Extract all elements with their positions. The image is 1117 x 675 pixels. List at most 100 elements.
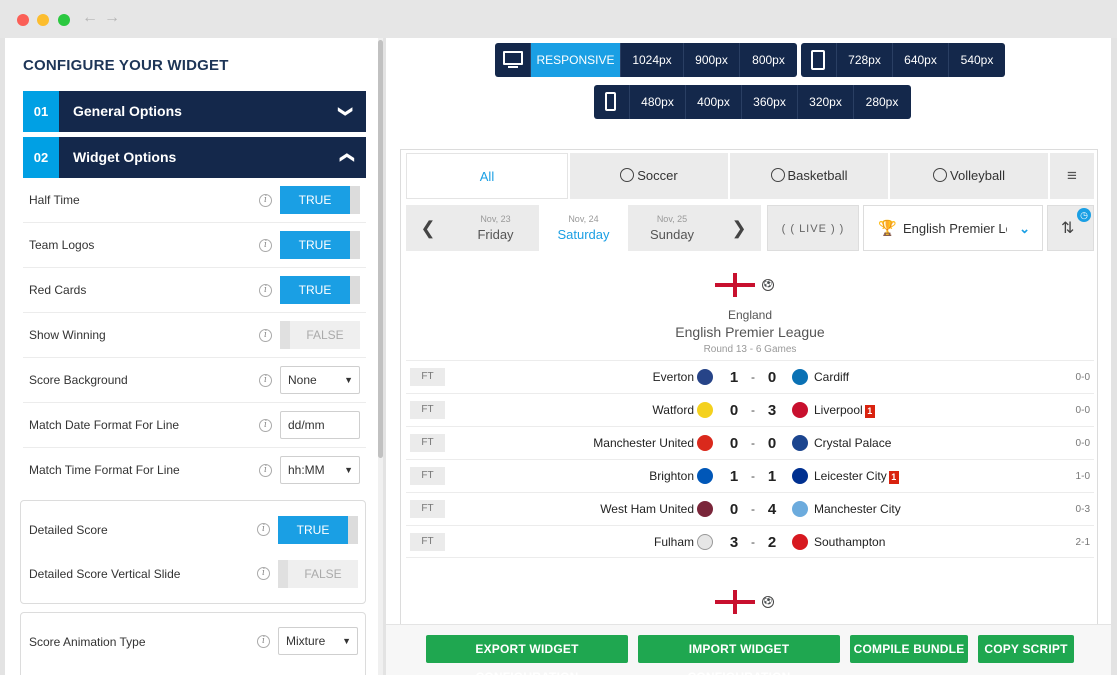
forward-arrow-icon[interactable]: → bbox=[104, 9, 120, 27]
size-360-button[interactable]: 360px bbox=[742, 85, 798, 119]
score-separator: - bbox=[751, 469, 755, 483]
option-red-cards: Red Cards i TRUE bbox=[23, 268, 366, 313]
info-icon[interactable]: i bbox=[257, 523, 270, 536]
tab-label: Soccer bbox=[637, 168, 678, 183]
phone-icon[interactable] bbox=[594, 85, 630, 119]
match-status: FT bbox=[410, 401, 445, 419]
select-value: None bbox=[288, 373, 317, 387]
size-280-button[interactable]: 280px bbox=[854, 85, 910, 119]
scrollbar-thumb[interactable] bbox=[378, 40, 383, 458]
half-time-score: 2-1 bbox=[1075, 537, 1090, 548]
info-icon[interactable]: i bbox=[259, 284, 272, 297]
info-icon[interactable]: i bbox=[259, 464, 272, 477]
general-options-accordion[interactable]: 01 General Options ❯ bbox=[23, 91, 366, 132]
size-400-button[interactable]: 400px bbox=[686, 85, 742, 119]
info-icon[interactable]: i bbox=[259, 374, 272, 387]
match-time-format-select[interactable]: hh:MM ▼ bbox=[280, 456, 360, 484]
sort-button[interactable]: ⇅ ◷ bbox=[1047, 205, 1094, 251]
maximize-window-button[interactable] bbox=[58, 14, 70, 26]
select-value: Mixture bbox=[286, 634, 326, 648]
scrollbar[interactable] bbox=[378, 38, 383, 675]
detailed-score-toggle[interactable]: TRUE bbox=[278, 516, 358, 544]
window-titlebar: ← → bbox=[0, 0, 1117, 38]
close-window-button[interactable] bbox=[17, 14, 29, 26]
home-score: 3 bbox=[729, 534, 739, 551]
config-panel: CONFIGURE YOUR WIDGET 01 General Options… bbox=[5, 38, 383, 675]
option-match-time-format: Match Time Format For Line i hh:MM ▼ bbox=[23, 448, 366, 493]
export-config-button[interactable]: EXPORT WIDGET CONFIGURATION bbox=[426, 635, 628, 675]
info-icon[interactable]: i bbox=[259, 419, 272, 432]
match-row[interactable]: FT Brighton 1 - 1 Leicester City 1 1-0 bbox=[406, 459, 1094, 492]
monitor-icon[interactable] bbox=[495, 43, 531, 77]
size-900-button[interactable]: 900px bbox=[684, 43, 740, 77]
tablet-icon[interactable] bbox=[801, 43, 837, 77]
half-time-score: 1-0 bbox=[1075, 471, 1090, 482]
prev-date-arrow-icon[interactable]: ❮ bbox=[406, 205, 450, 251]
match-row[interactable]: FT Manchester United 0 - 0 Crystal Palac… bbox=[406, 426, 1094, 459]
date-sub: Nov, 25 bbox=[656, 214, 688, 224]
size-540-button[interactable]: 540px bbox=[949, 43, 1005, 77]
back-arrow-icon[interactable]: ← bbox=[82, 9, 98, 27]
info-icon[interactable]: i bbox=[257, 567, 270, 580]
next-date-arrow-icon[interactable]: ❯ bbox=[717, 205, 761, 251]
home-team: Everton bbox=[652, 370, 694, 384]
home-score: 1 bbox=[729, 369, 739, 386]
red-cards-toggle[interactable]: TRUE bbox=[280, 276, 360, 304]
match-row[interactable]: FT Fulham 3 - 2 Southampton 2-1 bbox=[406, 525, 1094, 558]
tablet-shape bbox=[811, 50, 825, 70]
score-separator: - bbox=[751, 436, 755, 450]
size-800-button[interactable]: 800px bbox=[740, 43, 797, 77]
match-date-format-input[interactable]: dd/mm bbox=[280, 411, 360, 439]
score-separator: - bbox=[751, 403, 755, 417]
away-score: 1 bbox=[767, 468, 777, 485]
home-score: 0 bbox=[729, 435, 739, 452]
minimize-window-button[interactable] bbox=[37, 14, 49, 26]
tab-label: Volleyball bbox=[950, 168, 1005, 183]
option-half-time: Half Time i TRUE bbox=[23, 178, 366, 223]
size-320-button[interactable]: 320px bbox=[798, 85, 854, 119]
tab-all[interactable]: All bbox=[406, 153, 568, 199]
england-flag-icon bbox=[715, 273, 755, 297]
compile-bundle-button[interactable]: COMPILE BUNDLE bbox=[850, 635, 968, 663]
import-config-button[interactable]: IMPORT WIDGET CONFIGURATION bbox=[638, 635, 840, 675]
show-winning-toggle[interactable]: FALSE bbox=[280, 321, 360, 349]
team-logos-toggle[interactable]: TRUE bbox=[280, 231, 360, 259]
size-728-button[interactable]: 728px bbox=[837, 43, 893, 77]
date-selector: ❮ Nov, 23 Friday Nov, 24 Saturday Nov, 25 S… bbox=[406, 205, 761, 251]
date-saturday[interactable]: Nov, 24 Saturday bbox=[539, 205, 628, 251]
size-640-button[interactable]: 640px bbox=[893, 43, 949, 77]
home-team: Watford bbox=[652, 403, 694, 417]
live-button[interactable]: ( ( LIVE ) ) bbox=[767, 205, 859, 251]
size-responsive-button[interactable]: RESPONSIVE bbox=[531, 43, 621, 77]
info-icon[interactable]: i bbox=[259, 194, 272, 207]
date-sunday[interactable]: Nov, 25 Sunday bbox=[628, 205, 716, 251]
match-row[interactable]: FT Everton 1 - 0 Cardiff 0-0 bbox=[406, 360, 1094, 393]
section-number: 02 bbox=[23, 137, 59, 178]
basketball-icon bbox=[770, 168, 785, 182]
vertical-slide-toggle[interactable]: FALSE bbox=[278, 560, 358, 588]
half-time-score: 0-0 bbox=[1075, 438, 1090, 449]
score-animation-select[interactable]: Mixture ▼ bbox=[278, 627, 358, 655]
info-icon[interactable]: i bbox=[257, 635, 270, 648]
info-icon[interactable]: i bbox=[259, 329, 272, 342]
tab-basketball[interactable]: Basketball bbox=[728, 153, 888, 199]
soccer-ball-icon bbox=[620, 168, 635, 182]
toggle-value: TRUE bbox=[280, 276, 350, 304]
soccer-ball-icon: ⚽ bbox=[762, 596, 774, 608]
tab-soccer[interactable]: Soccer bbox=[568, 153, 728, 199]
half-time-toggle[interactable]: TRUE bbox=[280, 186, 360, 214]
date-friday[interactable]: Nov, 23 Friday bbox=[452, 205, 539, 251]
league-name[interactable]: English Premier League bbox=[401, 324, 1097, 340]
copy-script-button[interactable]: COPY SCRIPT bbox=[978, 635, 1074, 663]
match-row[interactable]: FT West Ham United 0 - 4 Manchester City… bbox=[406, 492, 1094, 525]
match-row[interactable]: FT Watford 0 - 3 Liverpool 1 0-0 bbox=[406, 393, 1094, 426]
hamburger-menu-icon[interactable]: ≡ bbox=[1048, 153, 1094, 199]
size-1024-button[interactable]: 1024px bbox=[621, 43, 684, 77]
away-team-name: Liverpool bbox=[814, 403, 863, 417]
score-background-select[interactable]: None ▼ bbox=[280, 366, 360, 394]
tab-volleyball[interactable]: Volleyball bbox=[888, 153, 1048, 199]
size-480-button[interactable]: 480px bbox=[630, 85, 686, 119]
league-select[interactable]: 🏆 English Premier League ⌄ bbox=[863, 205, 1043, 251]
widget-options-accordion[interactable]: 02 Widget Options ❯ bbox=[23, 137, 366, 178]
info-icon[interactable]: i bbox=[259, 239, 272, 252]
